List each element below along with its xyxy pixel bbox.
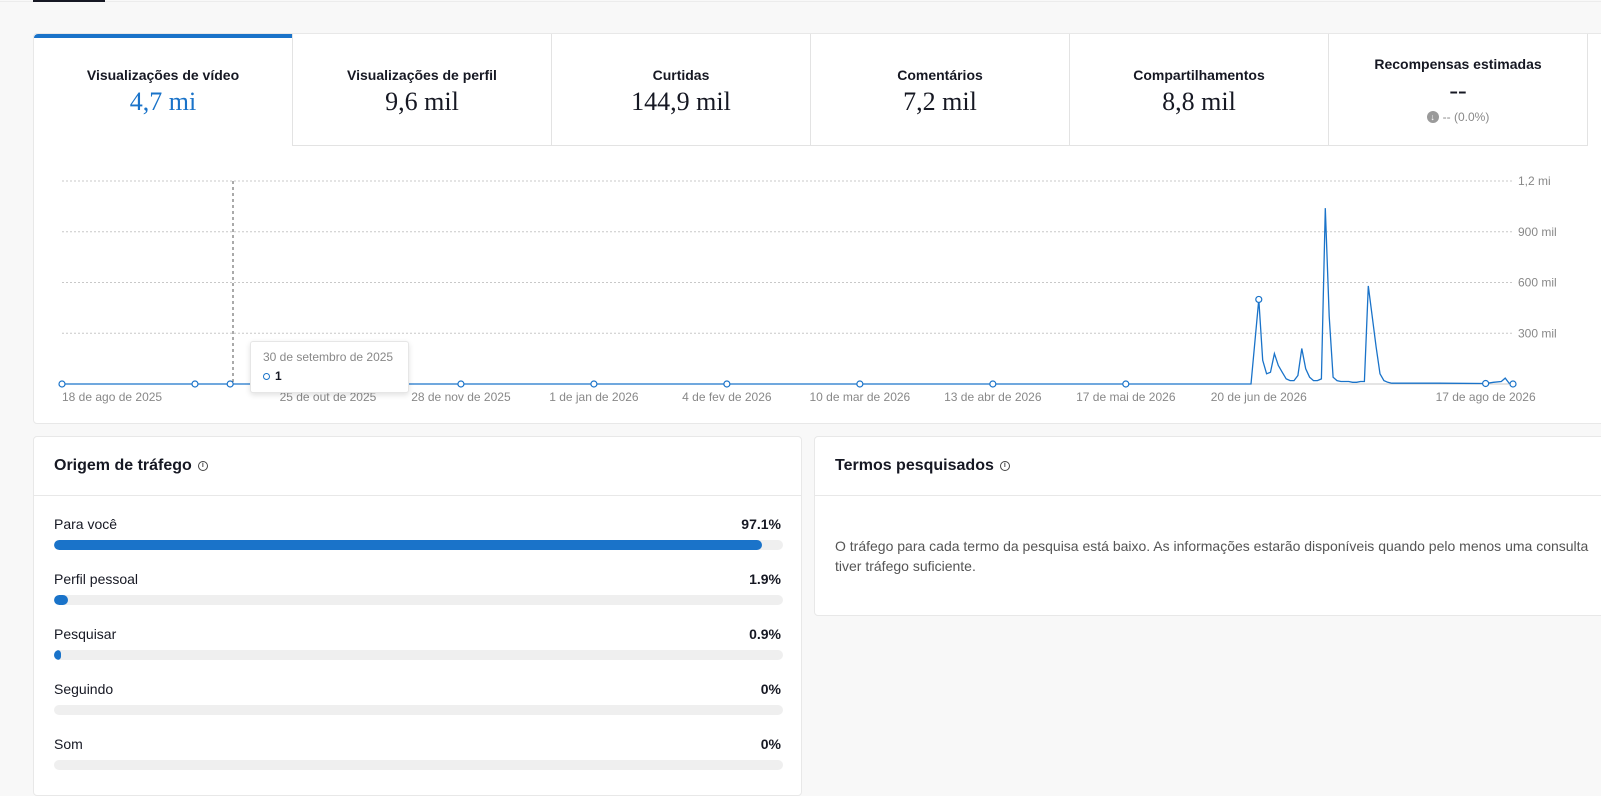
- traffic-row: Som 0%: [54, 736, 783, 791]
- traffic-bar-track: [54, 705, 783, 715]
- traffic-title: Origem de tráfego: [54, 457, 192, 474]
- search-terms-message: O tráfego para cada termo da pesquisa es…: [835, 538, 1589, 574]
- y-tick-label: 300 mil: [1518, 326, 1557, 340]
- series-marker: [226, 380, 234, 388]
- tab-label: Compartilhamentos: [1133, 66, 1265, 83]
- traffic-row: Seguindo 0%: [54, 681, 783, 736]
- traffic-row: Para você 97.1%: [54, 516, 783, 571]
- metric-tabs: Visualizações de vídeo 4,7 mi Visualizaç…: [34, 34, 1601, 146]
- tab-label: Comentários: [897, 66, 983, 83]
- y-tick-label: 1,2 mi: [1518, 174, 1551, 188]
- traffic-bar-fill: [54, 540, 762, 550]
- tab-label: Visualizações de vídeo: [86, 67, 240, 83]
- x-tick-label: 17 de ago de 2026: [1436, 390, 1536, 404]
- x-tick-label: 13 de abr de 2026: [944, 390, 1042, 404]
- series-marker: [58, 380, 66, 388]
- tab-change-text: -- (0.0%): [1442, 110, 1490, 124]
- tab-value: 8,8 mil: [1162, 86, 1236, 116]
- tab-shares[interactable]: Compartilhamentos 8,8 mil: [1070, 34, 1329, 146]
- tab-profile-views[interactable]: Visualizações de perfil 9,6 mil: [293, 34, 552, 146]
- x-tick-label: 10 de mar de 2026: [809, 390, 910, 404]
- card-header: Origem de tráfego i: [34, 437, 801, 496]
- tab-label: Recompensas estimadas: [1374, 56, 1542, 72]
- x-tick-label: 28 de nov de 2025: [411, 390, 511, 404]
- traffic-source-card: Origem de tráfego i Para você 97.1% Perf…: [33, 436, 802, 796]
- series-dot-icon: [263, 372, 270, 380]
- y-tick-label: 900 mil: [1518, 225, 1557, 239]
- tab-value: 4,7 mi: [129, 87, 197, 116]
- tab-value: 7,2 mil: [903, 86, 977, 116]
- tab-change: ↓ -- (0.0%): [1426, 110, 1490, 124]
- search-terms-card: Termos pesquisados i O tráfego para cada…: [814, 436, 1601, 616]
- traffic-bar-track: [54, 595, 783, 605]
- x-tick-label: 17 de mai de 2026: [1076, 390, 1176, 404]
- traffic-row-label: Para você: [54, 516, 118, 532]
- search-terms-title: Termos pesquisados: [835, 457, 994, 474]
- traffic-bar-track: [54, 650, 783, 660]
- x-tick-label: 18 de ago de 2025: [62, 390, 162, 404]
- tooltip-value-row: 1: [263, 369, 396, 383]
- traffic-bar-fill: [54, 650, 62, 660]
- series-marker: [191, 380, 199, 388]
- tab-value: 144,9 mil: [631, 86, 731, 116]
- series-marker: [1482, 379, 1490, 388]
- series-marker: [856, 380, 864, 388]
- y-axis: 1,2 mi 900 mil 600 mil 300 mil: [1518, 174, 1557, 340]
- traffic-row-value: 0.9%: [749, 626, 781, 642]
- tab-comments[interactable]: Comentários 7,2 mil: [811, 34, 1070, 146]
- traffic-row-label: Perfil pessoal: [54, 571, 139, 587]
- tab-label: Visualizações de perfil: [347, 66, 497, 83]
- info-icon[interactable]: i: [999, 461, 1010, 471]
- traffic-bar-track: [54, 540, 783, 550]
- series-marker: [1122, 380, 1130, 388]
- traffic-bar-track: [54, 760, 783, 770]
- series-marker: [1509, 380, 1517, 388]
- y-tick-label: 600 mil: [1518, 276, 1557, 290]
- top-tab-underline: [33, 0, 105, 2]
- traffic-row-label: Pesquisar: [54, 626, 117, 642]
- traffic-bar-fill: [54, 595, 68, 605]
- series-marker: [457, 380, 465, 388]
- tooltip-value: 1: [275, 369, 282, 383]
- info-icon[interactable]: i: [197, 461, 208, 471]
- traffic-row-label: Som: [54, 736, 83, 752]
- tab-value: 9,6 mil: [385, 86, 459, 116]
- traffic-row-label: Seguindo: [54, 681, 114, 697]
- top-divider: [0, 1, 1601, 2]
- traffic-row-value: 1.9%: [749, 571, 781, 587]
- traffic-row: Perfil pessoal 1.9%: [54, 571, 783, 626]
- tab-likes[interactable]: Curtidas 144,9 mil: [552, 34, 811, 146]
- traffic-row-value: 0%: [760, 736, 781, 752]
- chart-tooltip: 30 de setembro de 2025 1: [250, 341, 409, 393]
- metrics-card: Visualizações de vídeo 4,7 mi Visualizaç…: [33, 33, 1601, 424]
- card-header: Termos pesquisados i: [815, 437, 1601, 496]
- traffic-row: Pesquisar 0.9%: [54, 626, 783, 681]
- tab-estimated-rewards[interactable]: Recompensas estimadas -- ↓ -- (0.0%): [1329, 34, 1588, 146]
- x-tick-label: 20 de jun de 2026: [1211, 390, 1307, 404]
- x-tick-label: 1 de jan de 2026: [549, 390, 639, 404]
- x-tick-label: 4 de fev de 2026: [682, 390, 772, 404]
- tab-video-views[interactable]: Visualizações de vídeo 4,7 mi: [34, 34, 293, 146]
- traffic-row-value: 0%: [760, 681, 781, 697]
- series-marker: [723, 380, 731, 388]
- arrow-down-icon: ↓: [1426, 111, 1439, 123]
- tab-label: Curtidas: [652, 66, 710, 83]
- tab-value: --: [1449, 76, 1467, 105]
- traffic-list: Para você 97.1% Perfil pessoal 1.9% Pesq…: [34, 496, 801, 791]
- traffic-row-value: 97.1%: [741, 516, 781, 532]
- series-marker: [989, 380, 997, 388]
- tooltip-date: 30 de setembro de 2025: [263, 350, 394, 364]
- series-marker: [590, 380, 598, 388]
- series-marker: [1255, 295, 1263, 304]
